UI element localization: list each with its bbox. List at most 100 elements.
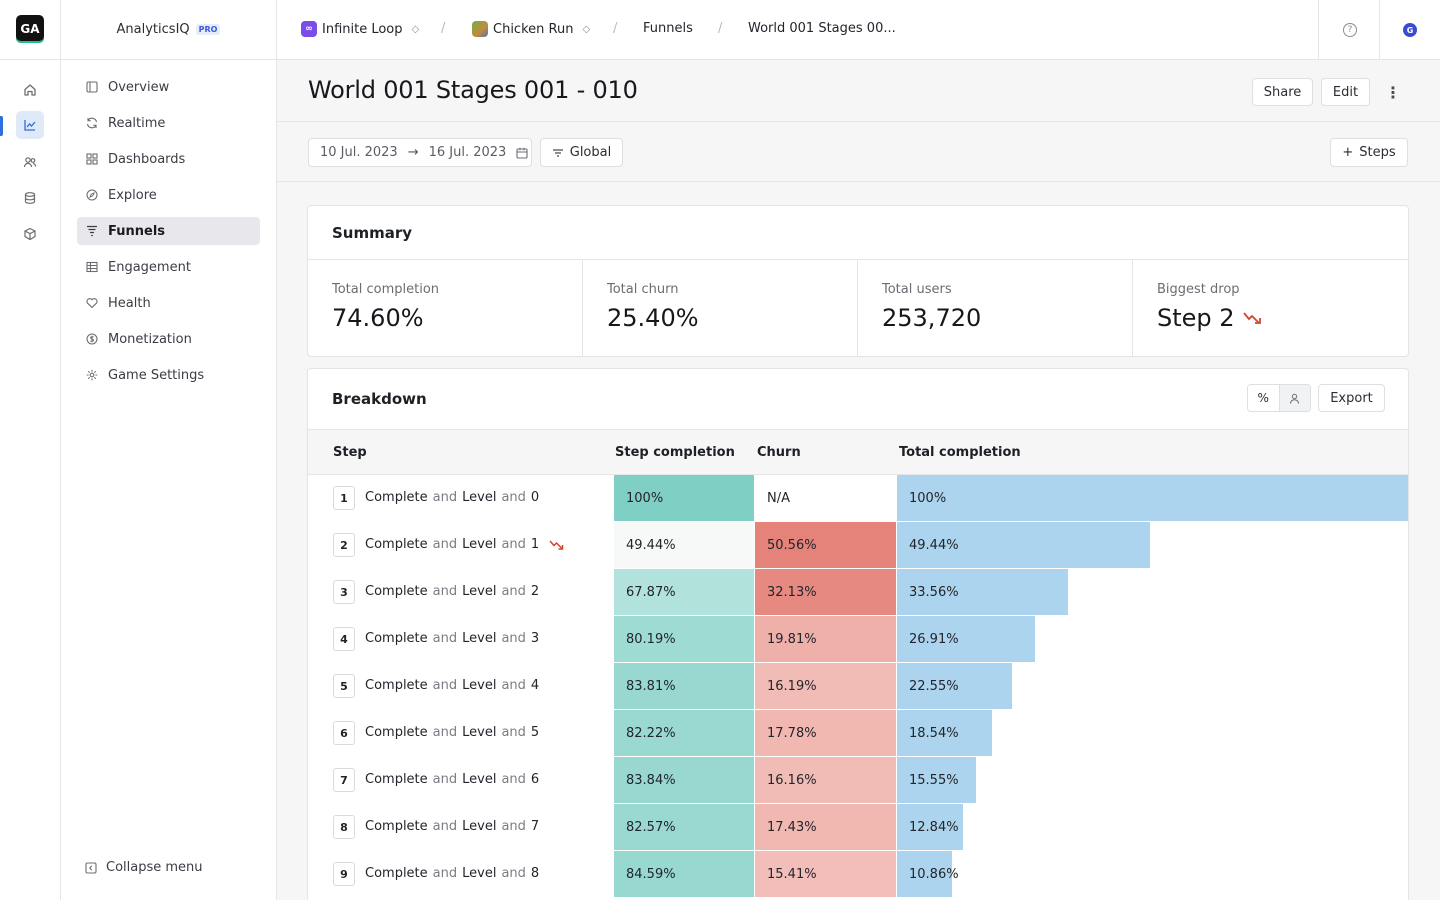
edit-button[interactable]: Edit	[1321, 78, 1370, 106]
table-row[interactable]: 5 Complete and Level and 4 83.81% 16.19% 22.55%	[308, 663, 1408, 710]
step-word-and: and	[432, 725, 458, 740]
export-button[interactable]: Export	[1318, 384, 1385, 412]
sidebar-item-game-settings[interactable]: Game Settings	[77, 361, 260, 389]
topbar-divider	[1318, 0, 1319, 60]
breadcrumb-separator: /	[718, 21, 723, 36]
step-number: 8	[333, 815, 355, 839]
sidebar-item-label: Funnels	[108, 223, 166, 239]
step-word-complete: Complete	[365, 725, 428, 740]
step-label: Complete and Level and 4	[365, 678, 539, 693]
breadcrumb-separator: /	[441, 21, 446, 36]
rail-settings-button[interactable]	[16, 220, 44, 248]
share-button[interactable]: Share	[1252, 78, 1313, 106]
table-row[interactable]: 1 Complete and Level and 0 100% N/A 100%	[308, 475, 1408, 522]
total-completion-cell: 15.55%	[897, 757, 1408, 803]
total-completion-bar	[897, 475, 1408, 521]
total-completion-value: 22.55%	[909, 678, 959, 694]
realtime-icon	[85, 116, 99, 130]
rail-database-button[interactable]	[16, 184, 44, 212]
date-to: 16 Jul. 2023	[428, 145, 507, 160]
column-header-churn[interactable]: Churn	[757, 445, 801, 460]
plus-icon: +	[1342, 145, 1354, 160]
game-thumbnail-icon	[472, 21, 488, 37]
step-number: 6	[333, 721, 355, 745]
step-completion-cell: 83.81%	[614, 663, 754, 709]
step-word-and: and	[501, 772, 526, 787]
table-row[interactable]: 3 Complete and Level and 2 67.87% 32.13% 33.56%	[308, 569, 1408, 616]
view-toggle: %	[1247, 384, 1311, 412]
funnels-icon	[85, 224, 99, 238]
rail-home-button[interactable]	[16, 76, 44, 104]
scope-filter-button[interactable]: Global	[540, 138, 623, 167]
step-level-value: 5	[530, 725, 540, 740]
help-icon[interactable]: ?	[1343, 23, 1357, 37]
step-word-and: and	[432, 819, 458, 834]
add-steps-button[interactable]: + Steps	[1330, 138, 1408, 167]
breadcrumb-org[interactable]: ∞ Infinite Loop ◇	[301, 21, 419, 37]
stat-value: 253,720	[882, 304, 982, 332]
churn-cell: 16.16%	[755, 757, 896, 803]
sidebar-item-overview[interactable]: Overview	[77, 73, 260, 101]
rail-users-button[interactable]	[16, 148, 44, 176]
total-completion-value: 12.84%	[909, 819, 959, 835]
rail-analytics-button[interactable]	[16, 111, 44, 139]
table-row[interactable]: 6 Complete and Level and 5 82.22% 17.78% 18.54%	[308, 710, 1408, 757]
step-level-value: 6	[530, 772, 540, 787]
sidebar-item-label: Dashboards	[108, 151, 186, 167]
rail-active-marker	[0, 116, 3, 136]
table-row[interactable]: 2 Complete and Level and 1 49.44% 50.56% 49.44%	[308, 522, 1408, 569]
users-toggle[interactable]	[1279, 385, 1310, 411]
stat-label: Total completion	[332, 282, 440, 297]
explore-icon	[85, 188, 99, 202]
column-header-total-completion[interactable]: Total completion	[899, 445, 1021, 460]
stat-label: Biggest drop	[1157, 282, 1240, 297]
sidebar-item-engagement[interactable]: Engagement	[77, 253, 260, 281]
sidebar-item-explore[interactable]: Explore	[77, 181, 260, 209]
step-number: 4	[333, 627, 355, 651]
step-word-level: Level	[462, 866, 497, 881]
step-word-level: Level	[462, 678, 497, 693]
avatar[interactable]: G	[1403, 23, 1417, 37]
table-row[interactable]: 4 Complete and Level and 3 80.19% 19.81% 26.91%	[308, 616, 1408, 663]
column-header-step-completion[interactable]: Step completion	[615, 445, 735, 460]
breadcrumb-section[interactable]: Funnels	[643, 21, 693, 36]
table-row[interactable]: 8 Complete and Level and 7 82.57% 17.43% 12.84%	[308, 804, 1408, 851]
sidebar-item-monetization[interactable]: Monetization	[77, 325, 260, 353]
top-bar: ∞ Infinite Loop ◇ / Chicken Run ◇ / Funn…	[277, 0, 1440, 60]
sidebar-item-label: Explore	[108, 187, 157, 203]
step-word-and: and	[432, 631, 458, 646]
chevron-updown-icon: ◇	[411, 23, 420, 35]
breadcrumb-game[interactable]: Chicken Run ◇	[472, 21, 590, 37]
table-row[interactable]: 7 Complete and Level and 6 83.84% 16.16% 15.55%	[308, 757, 1408, 804]
step-completion-cell: 100%	[614, 475, 754, 521]
step-word-and: and	[432, 678, 458, 693]
table-row[interactable]: 9 Complete and Level and 8 84.59% 15.41% 10.86%	[308, 851, 1408, 898]
sidebar-item-funnels[interactable]: Funnels	[77, 217, 260, 245]
date-range-picker[interactable]: 10 Jul. 2023 → 16 Jul. 2023	[308, 138, 532, 167]
sidebar-item-dashboards[interactable]: Dashboards	[77, 145, 260, 173]
trend-down-icon	[1242, 312, 1261, 324]
breadcrumb-section-label: Funnels	[643, 21, 693, 36]
percent-toggle[interactable]: %	[1248, 385, 1280, 411]
churn-cell: 32.13%	[755, 569, 896, 615]
collapse-icon	[85, 861, 97, 874]
sidebar-item-realtime[interactable]: Realtime	[77, 109, 260, 137]
brand-name: AnalyticsIQ	[116, 22, 190, 37]
more-options-icon[interactable]: ⋮	[1384, 82, 1402, 102]
sidebar-item-health[interactable]: Health	[77, 289, 260, 317]
step-word-and: and	[501, 537, 526, 552]
column-header-step[interactable]: Step	[333, 445, 367, 460]
collapse-menu-button[interactable]: Collapse menu	[85, 860, 203, 875]
step-completion-cell: 80.19%	[614, 616, 754, 662]
total-completion-cell: 12.84%	[897, 804, 1408, 850]
step-label: Complete and Level and 3	[365, 631, 539, 646]
calendar-icon	[516, 147, 528, 159]
steps-label: Steps	[1359, 145, 1396, 160]
step-completion-cell: 83.84%	[614, 757, 754, 803]
app-logo[interactable]: GA	[16, 15, 44, 43]
summary-card: Summary Total completion 74.60% Total ch…	[307, 205, 1409, 357]
sidebar-item-label: Monetization	[108, 331, 192, 347]
step-number: 7	[333, 768, 355, 792]
breadcrumb-org-label: Infinite Loop	[322, 21, 403, 37]
sidebar-item-label: Overview	[108, 79, 170, 95]
